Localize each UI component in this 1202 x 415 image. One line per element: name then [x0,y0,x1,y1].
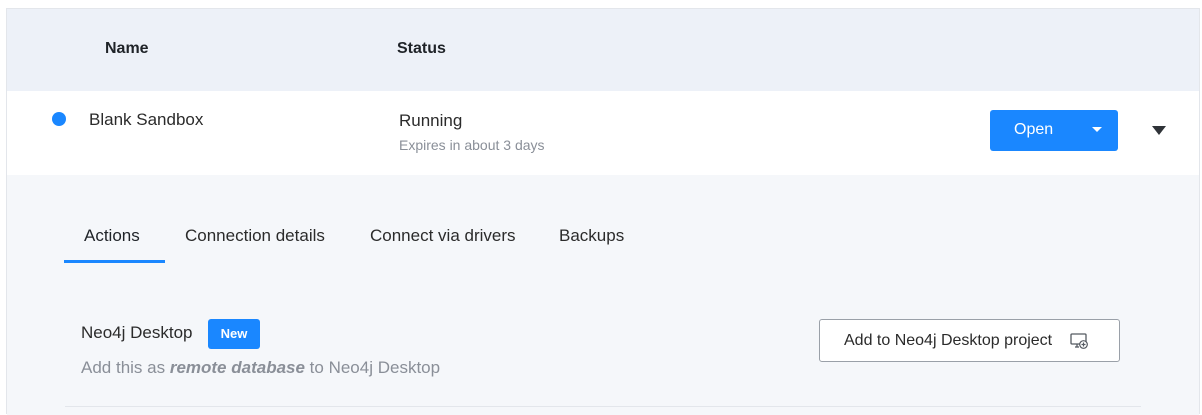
table-row: Blank Sandbox Running Expires in about 3… [7,91,1199,175]
tab-actions[interactable]: Actions [64,219,165,263]
open-button-label: Open [1014,121,1054,138]
table-header: Name Status [7,9,1199,91]
tab-label: Backups [559,226,625,245]
section-divider [65,406,1141,407]
tab-label: Connect via drivers [370,226,516,245]
description-emphasis: remote database [169,358,305,377]
neo4j-desktop-title: Neo4j Desktop [81,323,193,342]
add-to-desktop-project-button[interactable]: Add to Neo4j Desktop project [819,319,1120,362]
tab-label: Actions [84,226,140,245]
new-badge: New [208,319,260,349]
open-dropdown-caret-icon[interactable] [1092,127,1102,132]
sandbox-name: Blank Sandbox [89,110,204,129]
description-suffix: to Neo4j Desktop [304,358,441,377]
tab-label: Connection details [185,226,325,245]
status-text: Running [399,111,463,130]
tab-connection-details[interactable]: Connection details [185,219,345,263]
sandbox-card: Name Status Blank Sandbox Running Expire… [6,8,1200,415]
tab-backups[interactable]: Backups [559,219,639,263]
expiry-text: Expires in about 3 days [399,137,545,153]
expand-row-toggle[interactable] [1151,123,1169,137]
sandbox-detail-panel: Actions Connection details Connect via d… [7,175,1199,415]
column-header-status: Status [397,40,446,57]
add-button-label: Add to Neo4j Desktop project [844,332,1053,349]
desktop-add-icon [1070,333,1088,349]
neo4j-desktop-description: Add this as remote database to Neo4j Des… [81,358,440,378]
caret-down-icon [1152,126,1166,135]
open-button[interactable]: Open [990,110,1118,151]
description-prefix: Add this as [81,358,170,377]
status-indicator-dot [52,112,66,126]
column-header-name: Name [105,40,149,57]
tab-connect-via-drivers[interactable]: Connect via drivers [370,219,534,263]
